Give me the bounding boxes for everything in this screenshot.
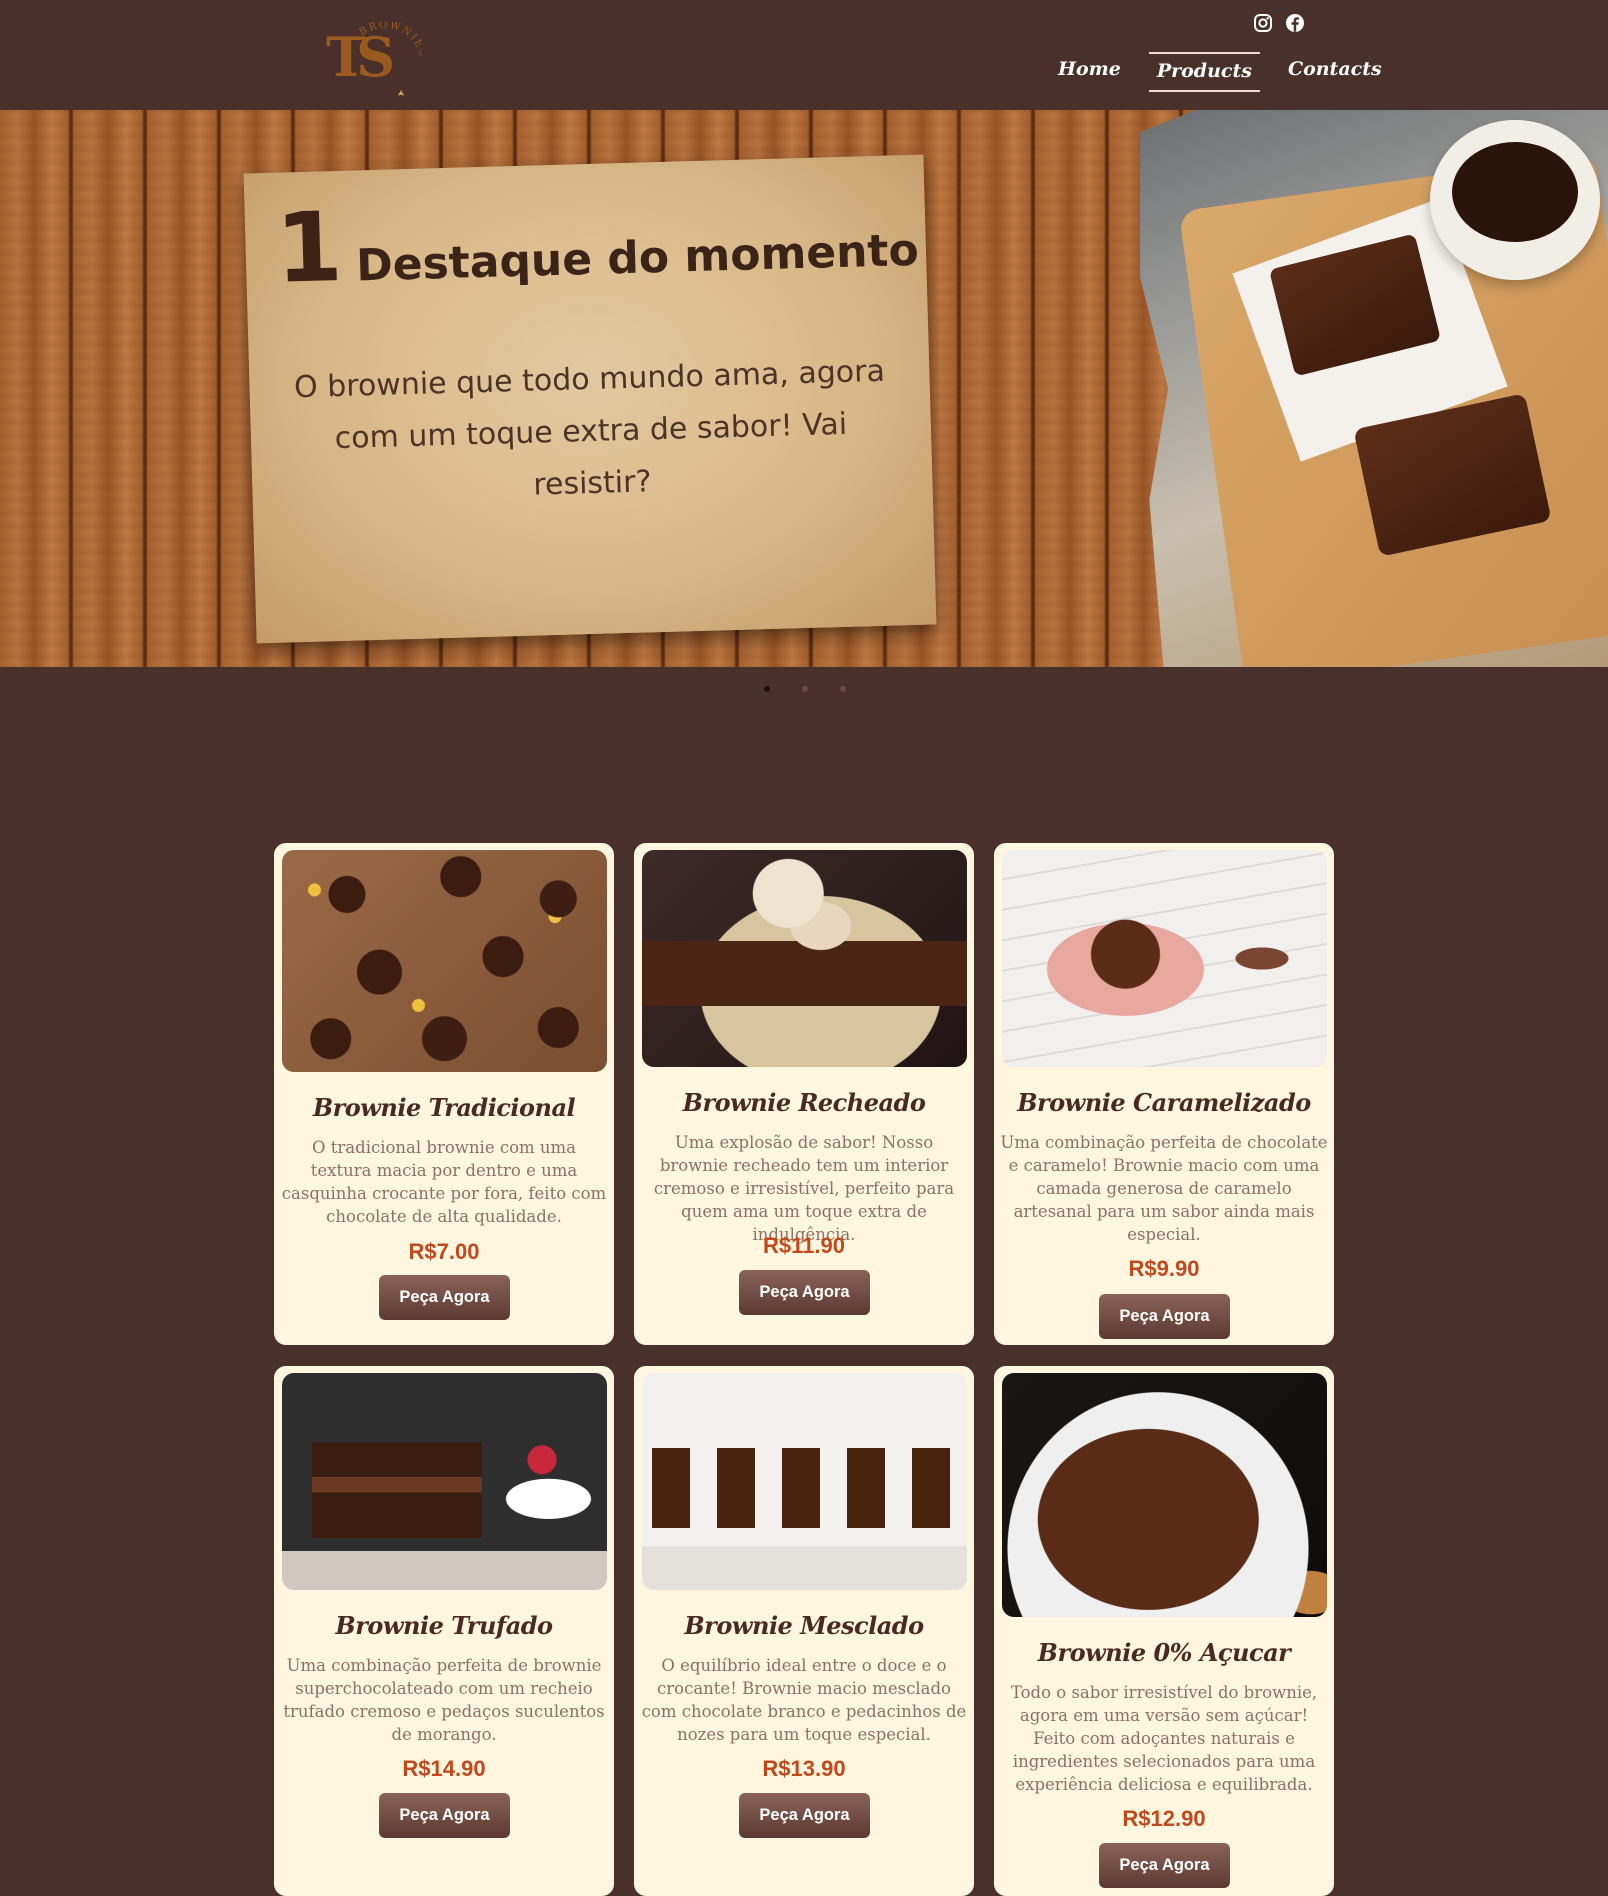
- carousel-dot-1[interactable]: [764, 686, 770, 692]
- hero-title: Destaque do momento: [355, 224, 920, 292]
- product-name: Brownie Tradicional: [312, 1093, 576, 1122]
- hero-subtitle: O brownie que todo mundo ama, agora com …: [293, 353, 886, 503]
- social-links: [1252, 12, 1306, 34]
- brand-logo[interactable]: TS BROWNIES: [322, 22, 422, 108]
- product-card: Brownie Mesclado O equilíbrio ideal entr…: [634, 1366, 974, 1896]
- product-card: Brownie Recheado Uma explosão de sabor! …: [634, 843, 974, 1345]
- order-button[interactable]: Peça Agora: [1099, 1843, 1230, 1888]
- product-image: [282, 850, 607, 1072]
- nav-products[interactable]: Products: [1148, 52, 1260, 92]
- nav-home[interactable]: Home: [1050, 52, 1129, 92]
- hero-carousel[interactable]: 1 Destaque do momento O brownie que todo…: [0, 110, 1608, 667]
- logo-arc-text: BROWNIES: [357, 22, 422, 96]
- site-header: TS BROWNIES Home Products Contacts: [0, 0, 1608, 110]
- product-name: Brownie Trufado: [335, 1611, 553, 1640]
- nav-contacts[interactable]: Contacts: [1280, 52, 1390, 92]
- product-price: R$12.90: [1122, 1806, 1206, 1831]
- order-button[interactable]: Peça Agora: [1099, 1294, 1230, 1339]
- product-price: R$7.00: [408, 1239, 480, 1264]
- product-description: Uma combinação perfeita de brownie super…: [283, 1656, 605, 1744]
- product-description: O tradicional brownie com uma textura ma…: [281, 1138, 607, 1226]
- product-description: Todo o sabor irresistível do brownie, ag…: [1010, 1683, 1318, 1794]
- product-image: [1002, 1373, 1327, 1617]
- hero-number: 1: [274, 190, 345, 305]
- coffee-cup: [1430, 120, 1600, 280]
- order-button[interactable]: Peça Agora: [739, 1793, 870, 1838]
- product-image: [282, 1373, 607, 1590]
- product-description: O equilíbrio ideal entre o doce e o croc…: [641, 1656, 967, 1744]
- main-nav: Home Products Contacts: [1040, 52, 1400, 92]
- product-name: Brownie Caramelizado: [1017, 1088, 1311, 1117]
- product-card: Brownie Trufado Uma combinação perfeita …: [274, 1366, 614, 1896]
- product-description: Uma combinação perfeita de chocolate e c…: [1000, 1133, 1328, 1244]
- product-description: Uma explosão de sabor! Nosso brownie rec…: [653, 1133, 955, 1244]
- product-price: R$14.90: [402, 1756, 486, 1781]
- order-button[interactable]: Peça Agora: [739, 1270, 870, 1315]
- carousel-dot-2[interactable]: [802, 686, 808, 692]
- facebook-icon[interactable]: [1284, 12, 1306, 34]
- product-name: Brownie Recheado: [682, 1088, 926, 1117]
- product-image: [642, 850, 967, 1067]
- product-card: Brownie 0% Açucar Todo o sabor irresistí…: [994, 1366, 1334, 1896]
- carousel-dot-3[interactable]: [840, 686, 846, 692]
- product-image: [642, 1373, 967, 1590]
- product-name: Brownie Mesclado: [684, 1611, 924, 1640]
- hero-paper-card: 1 Destaque do momento O brownie que todo…: [243, 154, 937, 644]
- product-card: Brownie Caramelizado Uma combinação perf…: [994, 843, 1334, 1345]
- instagram-icon[interactable]: [1252, 12, 1274, 34]
- product-card: Brownie Tradicional O tradicional browni…: [274, 843, 614, 1345]
- order-button[interactable]: Peça Agora: [379, 1793, 510, 1838]
- product-price: R$13.90: [762, 1756, 846, 1781]
- product-image: [1002, 850, 1327, 1067]
- product-price: R$11.90: [763, 1233, 845, 1258]
- product-price: R$9.90: [1128, 1256, 1200, 1281]
- svg-text:BROWNIES: BROWNIES: [357, 22, 422, 59]
- product-name: Brownie 0% Açucar: [1037, 1638, 1291, 1667]
- carousel-indicators: [764, 686, 846, 692]
- hero-brownie-photo: [1140, 110, 1608, 667]
- order-button[interactable]: Peça Agora: [379, 1275, 510, 1320]
